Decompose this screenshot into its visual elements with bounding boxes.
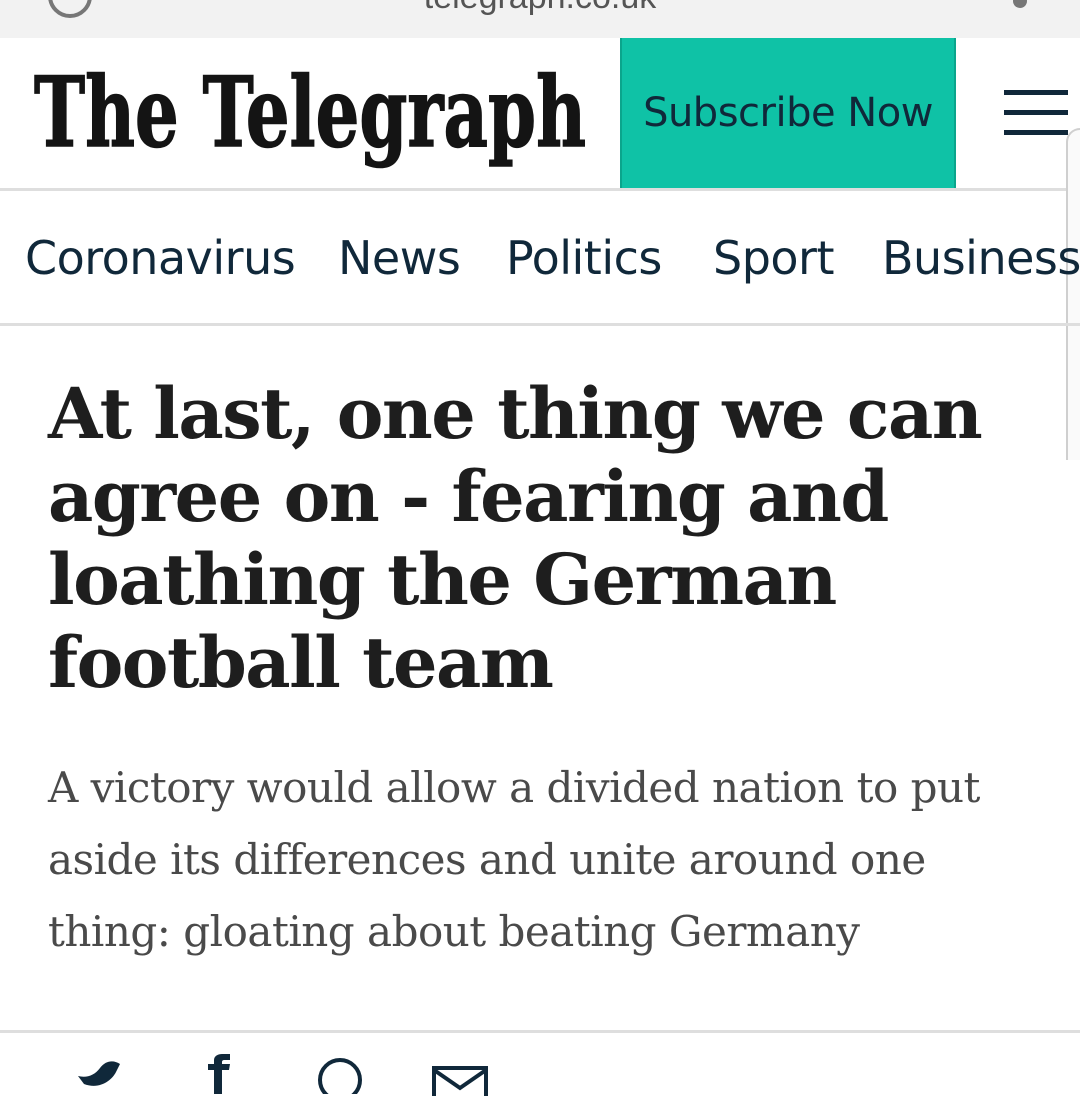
hamburger-menu-icon[interactable] [1004, 90, 1068, 140]
logo-text: The Telegraph [34, 56, 586, 169]
divider [0, 1030, 1080, 1033]
url-text[interactable]: telegraph.co.uk [0, 0, 1080, 17]
twitter-icon[interactable] [76, 1054, 122, 1094]
facebook-icon[interactable] [204, 1054, 234, 1094]
nav-item-business[interactable]: Business [882, 231, 1080, 285]
email-icon[interactable] [432, 1066, 488, 1106]
article-headline: At last, one thing we can agree on - fea… [48, 372, 983, 704]
article-standfirst: A victory would allow a divided nation t… [48, 763, 980, 956]
masthead: The Telegraph Subscribe Now [0, 38, 1080, 191]
nav-item-coronavirus[interactable]: Coronavirus [25, 231, 296, 285]
nav-item-politics[interactable]: Politics [506, 231, 662, 285]
nav-item-news[interactable]: News [338, 231, 461, 285]
subscribe-button[interactable]: Subscribe Now [620, 38, 956, 188]
telegraph-logo[interactable]: The Telegraph [34, 50, 594, 174]
whatsapp-icon[interactable] [314, 1054, 366, 1094]
section-nav: Coronavirus News Politics Sport Business [0, 191, 1080, 326]
browser-url-bar[interactable]: telegraph.co.uk [0, 0, 1080, 38]
nav-item-sport[interactable]: Sport [713, 231, 835, 285]
